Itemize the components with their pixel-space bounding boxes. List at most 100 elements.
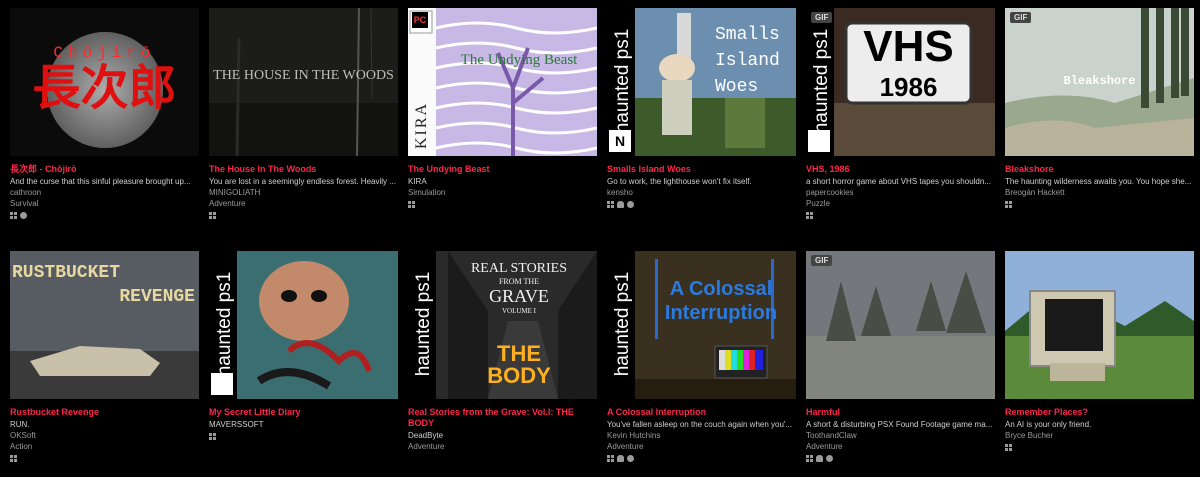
game-card[interactable]: Chōjirō 長次郎 長次郎 - Chōjirō And the curse … xyxy=(10,8,199,220)
linux-icon xyxy=(816,455,823,462)
game-author[interactable]: MINIGOLIATH xyxy=(209,188,398,198)
game-card[interactable]: haunted ps1 My Secret Little Diary MAVER… xyxy=(209,251,398,441)
linux-icon xyxy=(617,201,624,208)
game-title[interactable]: Remember Places? xyxy=(1005,407,1194,418)
game-genre: Adventure xyxy=(806,442,843,451)
game-cover[interactable]: GIF Bleakshore xyxy=(1005,8,1194,156)
platform-icons xyxy=(10,455,199,463)
game-cover[interactable] xyxy=(1005,251,1194,399)
cover-brand: haunted ps1 xyxy=(214,271,235,377)
game-card[interactable]: PC The Undying Beast KIRA The Undying Be… xyxy=(408,8,597,209)
game-author[interactable]: Bryce Bucher xyxy=(1005,431,1194,441)
cover-title-line: Interruption xyxy=(664,302,778,324)
game-author[interactable]: Adventure xyxy=(408,442,597,452)
cover-title: Smalls Island Woes xyxy=(715,22,780,100)
game-author[interactable]: Kevin Hutchins xyxy=(607,431,796,441)
game-card[interactable]: haunted ps1 Smalls Island Woes N Smalls … xyxy=(607,8,796,209)
game-title[interactable]: VHS, 1986 xyxy=(806,164,995,175)
game-cover[interactable]: haunted ps1 xyxy=(209,251,398,399)
game-card[interactable]: haunted ps1 REAL STORIES FROM THE GRAVE … xyxy=(408,251,597,453)
game-description: The haunting wilderness awaits you. You … xyxy=(1005,177,1192,186)
game-author[interactable]: kensho xyxy=(607,188,796,198)
game-title[interactable]: Real Stories from the Grave: Vol.I: THE … xyxy=(408,407,597,429)
game-cover[interactable]: Chōjirō 長次郎 xyxy=(10,8,199,156)
game-title[interactable]: A Colossal Interruption xyxy=(607,407,796,418)
n-logo: N xyxy=(614,133,626,149)
cover-title: Bleakshore xyxy=(1063,74,1136,88)
cover-title-line: Smalls xyxy=(715,25,780,45)
platform-icons xyxy=(806,455,995,463)
game-title[interactable]: Smalls Island Woes xyxy=(607,164,796,175)
game-card[interactable]: haunted ps1 A Colossal Interruption A Co… xyxy=(607,251,796,463)
gif-badge: GIF xyxy=(811,255,833,266)
cover-title: VHS xyxy=(863,22,954,71)
windows-icon xyxy=(607,201,614,208)
cover-brand: haunted ps1 xyxy=(413,271,434,377)
apple-icon xyxy=(627,455,634,462)
game-card[interactable]: THE HOUSE IN THE WOODS The House In The … xyxy=(209,8,398,220)
game-author[interactable]: cathroon xyxy=(10,188,199,198)
windows-icon xyxy=(607,455,614,462)
game-cover[interactable]: THE HOUSE IN THE WOODS xyxy=(209,8,398,156)
game-description: You are lost in a seemingly endless fore… xyxy=(209,177,396,186)
game-description: A short & disturbing PSX Found Footage g… xyxy=(806,420,993,429)
game-title[interactable]: Rustbucket Revenge xyxy=(10,407,199,418)
game-cover[interactable]: GIF haunted ps1 VHS 1986 xyxy=(806,8,995,156)
game-cover[interactable]: RUSTBUCKET REVENGE xyxy=(10,251,199,399)
cover-brand: haunted ps1 xyxy=(612,28,633,134)
game-title[interactable]: My Secret Little Diary xyxy=(209,407,398,418)
game-description: And the curse that this sinful pleasure … xyxy=(10,177,191,186)
game-description: You've fallen asleep on the couch again … xyxy=(607,420,793,429)
windows-icon xyxy=(1005,201,1012,208)
pc-badge: PC xyxy=(412,12,428,28)
cover-title-line: VOLUME I xyxy=(501,307,537,315)
windows-icon xyxy=(209,212,216,219)
cover-title-line: Island xyxy=(715,51,780,71)
windows-icon xyxy=(10,212,17,219)
game-author[interactable]: Breogán Hackett xyxy=(1005,188,1194,198)
game-description: Go to work, the lighthouse won't fix its… xyxy=(607,177,752,186)
game-cover[interactable]: haunted ps1 REAL STORIES FROM THE GRAVE … xyxy=(408,251,597,399)
windows-icon xyxy=(408,201,415,208)
game-genre: Survival xyxy=(10,199,39,208)
game-card[interactable]: Remember Places? An AI is your only frie… xyxy=(1005,251,1194,452)
game-cover[interactable]: PC The Undying Beast KIRA xyxy=(408,8,597,156)
windows-icon xyxy=(209,433,216,440)
cover-title: The Undying Beast xyxy=(460,52,578,68)
game-author[interactable]: Simulation xyxy=(408,188,597,198)
game-title[interactable]: The Undying Beast xyxy=(408,164,597,175)
game-title[interactable]: The House In The Woods xyxy=(209,164,398,175)
game-cover[interactable]: haunted ps1 A Colossal Interruption xyxy=(607,251,796,399)
game-cover[interactable]: haunted ps1 Smalls Island Woes N xyxy=(607,8,796,156)
cover-spine-text: KIRA xyxy=(413,101,430,149)
game-title[interactable]: Harmful xyxy=(806,407,995,418)
game-card[interactable]: GIF haunted ps1 VHS 1986 VHS, 1986 a sho… xyxy=(806,8,995,220)
game-title[interactable]: Bleakshore xyxy=(1005,164,1194,175)
windows-icon xyxy=(806,212,813,219)
cover-title-line: REVENGE xyxy=(119,287,195,307)
cover-subtitle: Chōjirō xyxy=(53,44,156,62)
game-author[interactable]: OKSoft xyxy=(10,431,199,441)
cover-subtitle: THE BODY xyxy=(444,343,594,387)
game-author[interactable]: papercookies xyxy=(806,188,995,198)
cover-title: REAL STORIES FROM THE GRAVE VOLUME I xyxy=(444,261,594,315)
game-author[interactable]: ToothandClaw xyxy=(806,431,995,441)
platform-icons xyxy=(1005,201,1194,209)
cover-brand: haunted ps1 xyxy=(811,28,832,134)
platform-icons xyxy=(408,201,597,209)
game-card[interactable]: GIF Harmful A short & disturbing PSX Fou… xyxy=(806,251,995,463)
game-description: a short horror game about VHS tapes you … xyxy=(806,177,991,186)
gif-badge: GIF xyxy=(1010,12,1032,23)
cover-title-line: Woes xyxy=(715,77,759,97)
game-card[interactable]: RUSTBUCKET REVENGE Rustbucket Revenge RU… xyxy=(10,251,199,463)
game-title[interactable]: 長次郎 - Chōjirō xyxy=(10,164,199,175)
game-card[interactable]: GIF Bleakshore Bleakshore The haunting w… xyxy=(1005,8,1194,209)
cover-subtitle: 1986 xyxy=(879,72,938,102)
game-description: DeadByte xyxy=(408,431,444,440)
linux-icon xyxy=(617,455,624,462)
cover-title-line: A Colossal xyxy=(669,278,773,300)
windows-icon xyxy=(1005,444,1012,451)
apple-icon xyxy=(627,201,634,208)
game-cover[interactable]: GIF xyxy=(806,251,995,399)
platform-icons xyxy=(209,433,398,441)
